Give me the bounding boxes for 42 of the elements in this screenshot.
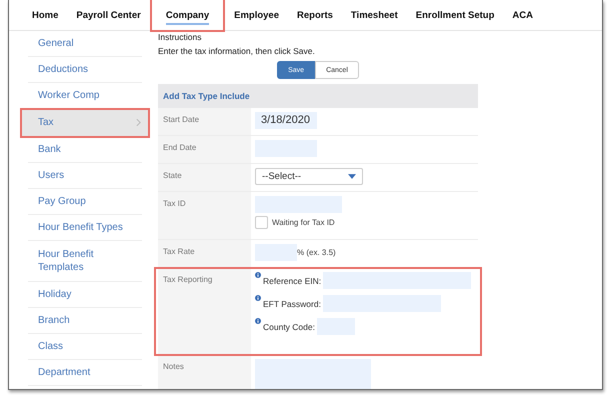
sidebar-item[interactable]: Users (28, 163, 142, 189)
sidebar-item[interactable]: General (28, 31, 142, 57)
info-icon[interactable] (255, 272, 261, 278)
field-label: Notes (163, 362, 184, 371)
field-label: Start Date (163, 115, 200, 124)
info-icon[interactable] (255, 318, 261, 324)
field-label: Tax Rate (163, 247, 195, 256)
info-icon[interactable] (255, 295, 261, 301)
sidebar-item[interactable]: Bank (28, 137, 142, 163)
checkbox[interactable] (255, 216, 268, 229)
sidebar-item[interactable]: Department (28, 360, 142, 386)
form-header: Add Tax Type Include (158, 84, 478, 108)
input-field[interactable]: 3/18/2020 (255, 112, 317, 129)
nav-tab[interactable]: Employee (234, 10, 280, 25)
sidebar-item[interactable]: Hour Benefit Templates (28, 241, 142, 282)
rate-hint: % (ex. 3.5) (297, 248, 336, 257)
instructions-text: Enter the tax information, then click Save. (158, 46, 316, 56)
nav-tab[interactable]: Reports (297, 10, 333, 25)
sidebar-item[interactable]: Class (28, 334, 142, 360)
field-label: End Date (163, 143, 196, 152)
sidebar-item[interactable]: Hour Benefit Types (28, 215, 142, 241)
field-label: Tax Reporting (163, 275, 212, 284)
nav-tab[interactable]: Enrollment Setup (416, 10, 494, 25)
nav-tab[interactable]: Home (32, 10, 58, 25)
field-label: Reference EIN: (263, 276, 322, 286)
checkbox-label: Waiting for Tax ID (272, 218, 335, 227)
state-dropdown[interactable]: --Select-- (255, 168, 363, 185)
instructions-title: Instructions (158, 32, 202, 42)
caret-icon (348, 174, 356, 179)
field-label: EFT Password: (263, 298, 321, 308)
field-label: County Code: (263, 322, 315, 332)
sidebar-item[interactable]: Branch (28, 308, 142, 334)
nav-tab[interactable]: Timesheet (350, 10, 398, 25)
nav-tab[interactable]: ACA (512, 10, 533, 25)
sidebar-item[interactable]: Deductions (28, 57, 142, 83)
field-label: State (163, 171, 182, 180)
sidebar-item[interactable]: Pay Group (28, 189, 142, 215)
nav-tab[interactable]: Payroll Center (76, 10, 141, 25)
field-label: Tax ID (163, 199, 186, 208)
sidebar-item[interactable]: Tax (21, 109, 149, 137)
chevron-icon (136, 118, 141, 127)
sidebar-item[interactable]: Holiday (28, 282, 142, 308)
